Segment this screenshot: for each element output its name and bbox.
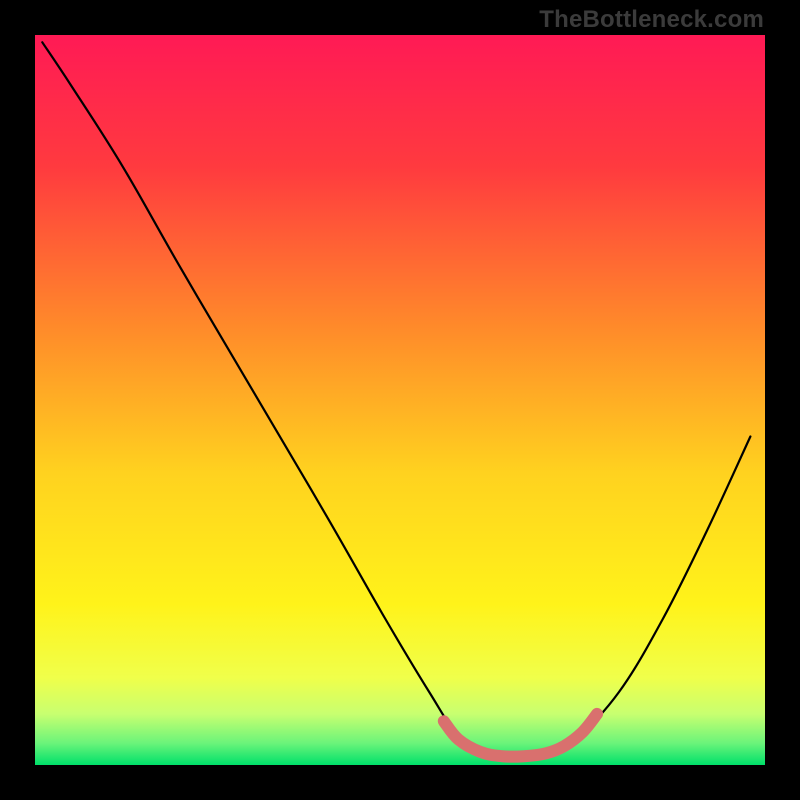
chart-svg — [35, 35, 765, 765]
plot-area — [35, 35, 765, 765]
chart-frame: TheBottleneck.com — [0, 0, 800, 800]
watermark-text: TheBottleneck.com — [539, 6, 764, 34]
gradient-background — [35, 35, 765, 765]
